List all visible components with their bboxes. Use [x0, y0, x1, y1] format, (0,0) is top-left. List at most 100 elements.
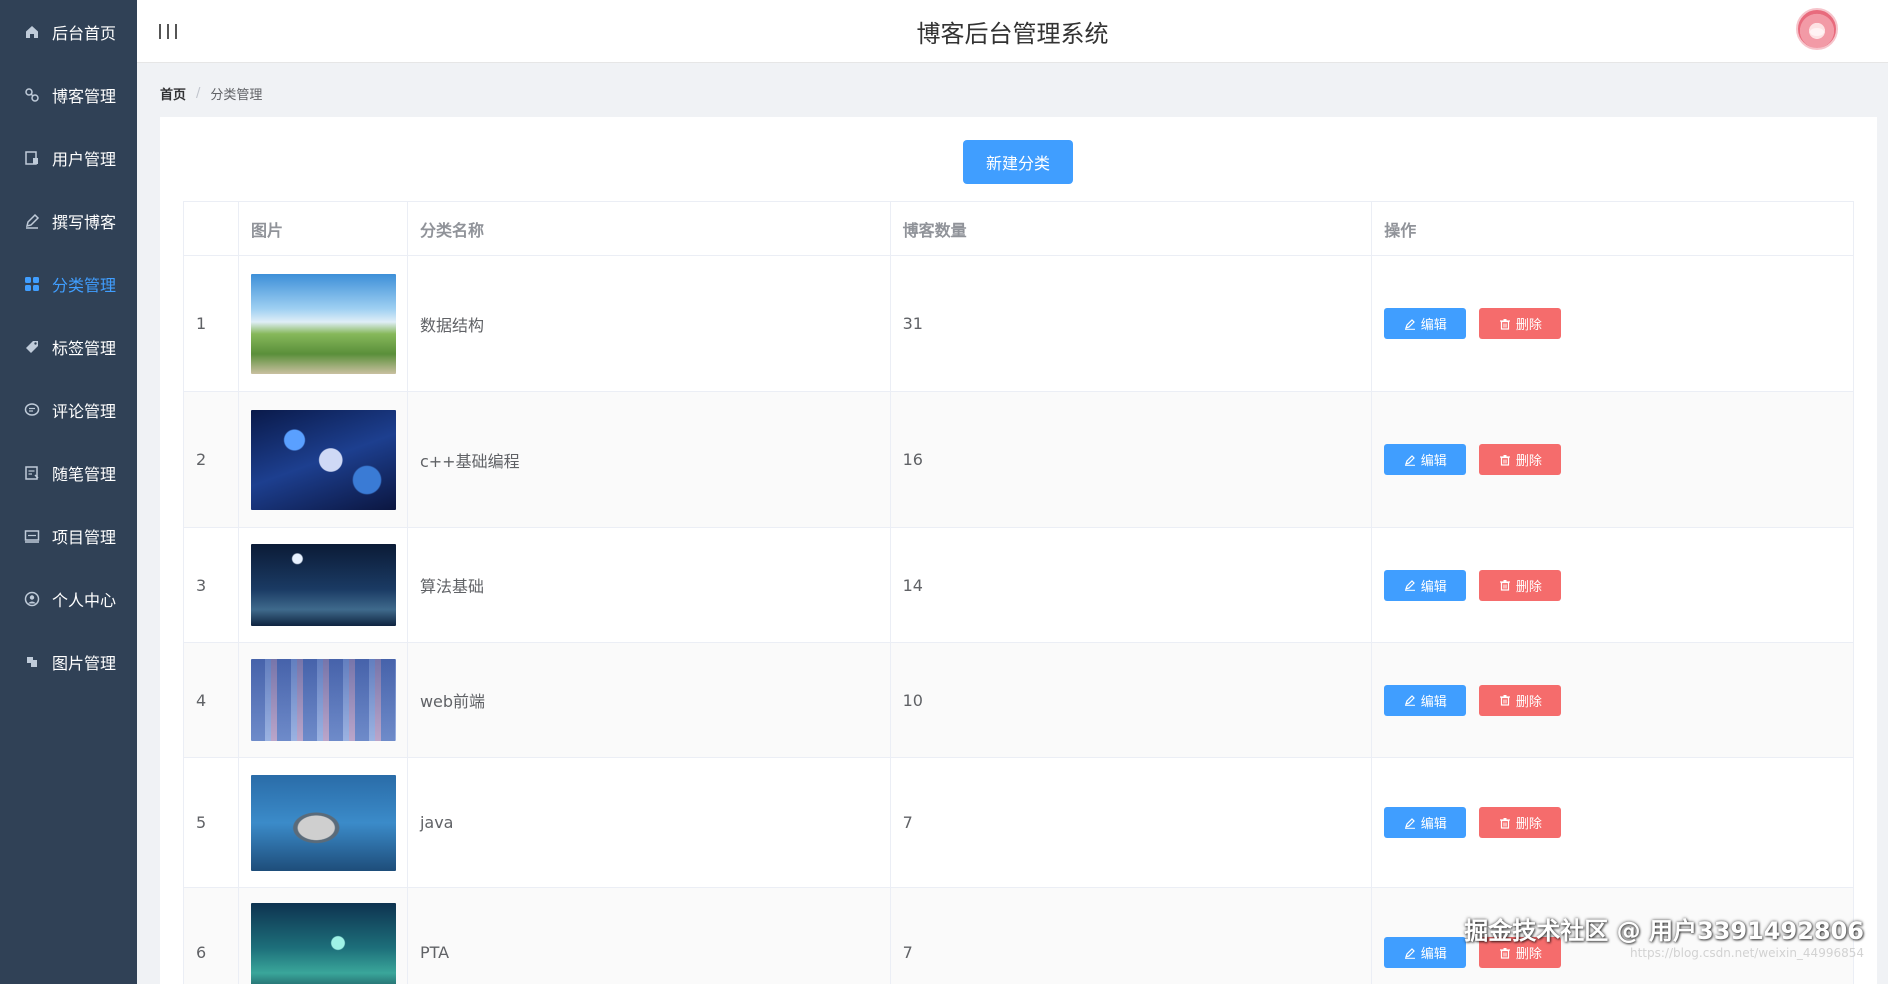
- category-thumbnail: [250, 774, 396, 871]
- delete-label: 删除: [1515, 318, 1542, 333]
- sidebar-item-blog[interactable]: 博客管理: [0, 63, 137, 126]
- sidebar-item-label: 用户管理: [52, 149, 117, 169]
- edit-button[interactable]: 编辑: [1384, 569, 1467, 601]
- sidebar-item-label: 个人中心: [52, 590, 117, 610]
- sidebar-item-label: 博客管理: [52, 86, 117, 106]
- row-name: 数据结构: [406, 255, 891, 392]
- category-thumbnail: [250, 409, 396, 510]
- row-count: 10: [889, 642, 1373, 758]
- note-icon: [24, 465, 40, 481]
- row-count: 31: [889, 255, 1373, 392]
- edit-button[interactable]: 编辑: [1384, 807, 1467, 838]
- comment-icon: [24, 402, 40, 418]
- category-thumbnail: [250, 273, 396, 374]
- app-title: 博客后台管理系统: [916, 20, 1109, 48]
- delete-button[interactable]: 删除: [1479, 444, 1562, 475]
- edit-icon: [1404, 580, 1415, 591]
- row-index: 2: [183, 391, 239, 528]
- row-actions: 编辑 删除: [1371, 391, 1854, 528]
- delete-button[interactable]: 删除: [1479, 308, 1562, 339]
- category-thumbnail: [250, 544, 396, 626]
- sidebar-item-label: 标签管理: [52, 338, 117, 358]
- sidebar-item-label: 分类管理: [52, 275, 117, 295]
- edit-icon: [1404, 817, 1415, 829]
- table-row: 5 java 7 编辑 删除: [183, 757, 1854, 888]
- row-image-cell: [237, 757, 408, 888]
- delete-button[interactable]: 删除: [1479, 569, 1562, 601]
- category-thumbnail: [250, 902, 396, 984]
- sidebar-item-comments[interactable]: 评论管理: [0, 378, 137, 441]
- category-thumbnail: [250, 659, 396, 741]
- watermark: 掘金技术社区 @ 用户3391492806 https://blog.csdn.…: [1464, 911, 1864, 960]
- edit-label: 编辑: [1420, 817, 1447, 832]
- row-actions: 编辑 删除: [1371, 642, 1854, 758]
- sidebar-item-users[interactable]: 用户管理: [0, 126, 137, 189]
- sidebar-item-projects[interactable]: 项目管理: [0, 504, 137, 567]
- edit-icon: [1404, 318, 1415, 330]
- edit-button[interactable]: 编辑: [1384, 937, 1467, 968]
- edit-icon: [1404, 454, 1415, 466]
- edit-label: 编辑: [1420, 454, 1447, 469]
- edit-button[interactable]: 编辑: [1384, 444, 1467, 475]
- content-card: 新建分类 图片 分类名称 博客数量 操作 1 数据结构 31 编辑 删除 2 c…: [160, 117, 1877, 984]
- delete-button[interactable]: 删除: [1479, 684, 1562, 716]
- column-header-actions: 操作: [1371, 201, 1854, 256]
- column-header-index: [183, 201, 239, 256]
- table-row: 3 算法基础 14 编辑 删除: [183, 527, 1854, 643]
- table-row: 1 数据结构 31 编辑 删除: [183, 255, 1854, 392]
- row-actions: 编辑 删除: [1371, 527, 1854, 643]
- sidebar-item-home[interactable]: 后台首页: [0, 0, 137, 63]
- edit-label: 编辑: [1420, 318, 1447, 333]
- row-name: PTA: [406, 887, 891, 984]
- delete-label: 删除: [1515, 579, 1542, 595]
- row-count: 14: [889, 527, 1373, 643]
- edit-icon: [1404, 947, 1415, 959]
- row-image-cell: [237, 887, 408, 984]
- blog-icon: [24, 87, 40, 103]
- sidebar-item-notes[interactable]: 随笔管理: [0, 441, 137, 504]
- trash-icon: [1499, 580, 1510, 591]
- sidebar-item-write[interactable]: 撰写博客: [0, 189, 137, 252]
- trash-icon: [1499, 454, 1510, 466]
- row-index: 1: [183, 255, 239, 392]
- breadcrumb-home[interactable]: 首页: [160, 84, 186, 103]
- sidebar-item-label: 图片管理: [52, 653, 117, 673]
- sidebar-item-profile[interactable]: 个人中心: [0, 567, 137, 630]
- row-index: 4: [183, 642, 239, 758]
- edit-button[interactable]: 编辑: [1384, 684, 1467, 716]
- avatar[interactable]: [1796, 8, 1838, 50]
- column-header-name: 分类名称: [406, 201, 891, 256]
- sidebar-item-label: 项目管理: [52, 527, 117, 547]
- sidebar-item-category[interactable]: 分类管理: [0, 252, 137, 315]
- row-name: 算法基础: [406, 527, 891, 643]
- new-category-button[interactable]: 新建分类: [963, 140, 1073, 184]
- profile-icon: [24, 591, 40, 607]
- table-header-row: 图片 分类名称 博客数量 操作: [183, 201, 1854, 256]
- edit-label: 编辑: [1420, 947, 1447, 962]
- sidebar-item-label: 随笔管理: [52, 464, 117, 484]
- row-index: 3: [183, 527, 239, 643]
- delete-label: 删除: [1515, 817, 1542, 832]
- sidebar-item-images[interactable]: 图片管理: [0, 630, 137, 693]
- trash-icon: [1499, 695, 1510, 706]
- user-icon: [24, 150, 40, 166]
- grid-icon: [24, 276, 40, 292]
- edit-icon: [1404, 695, 1415, 706]
- pen-icon: [24, 213, 40, 229]
- row-image-cell: [237, 642, 408, 758]
- tag-icon: [24, 339, 40, 355]
- watermark-main: 掘金技术社区 @ 用户3391492806: [1464, 917, 1864, 945]
- row-name: c++基础编程: [406, 391, 891, 528]
- project-icon: [24, 528, 40, 544]
- home-icon: [24, 24, 40, 40]
- row-actions: 编辑 删除: [1371, 255, 1854, 392]
- edit-button[interactable]: 编辑: [1384, 308, 1467, 339]
- watermark-url: https://blog.csdn.net/weixin_44996854: [1629, 946, 1864, 960]
- sidebar-item-tags[interactable]: 标签管理: [0, 315, 137, 378]
- row-count: 16: [889, 391, 1373, 528]
- edit-label: 编辑: [1420, 579, 1447, 595]
- delete-label: 删除: [1515, 454, 1542, 469]
- row-count: 7: [889, 757, 1373, 888]
- delete-button[interactable]: 删除: [1479, 807, 1562, 838]
- delete-label: 删除: [1515, 694, 1542, 710]
